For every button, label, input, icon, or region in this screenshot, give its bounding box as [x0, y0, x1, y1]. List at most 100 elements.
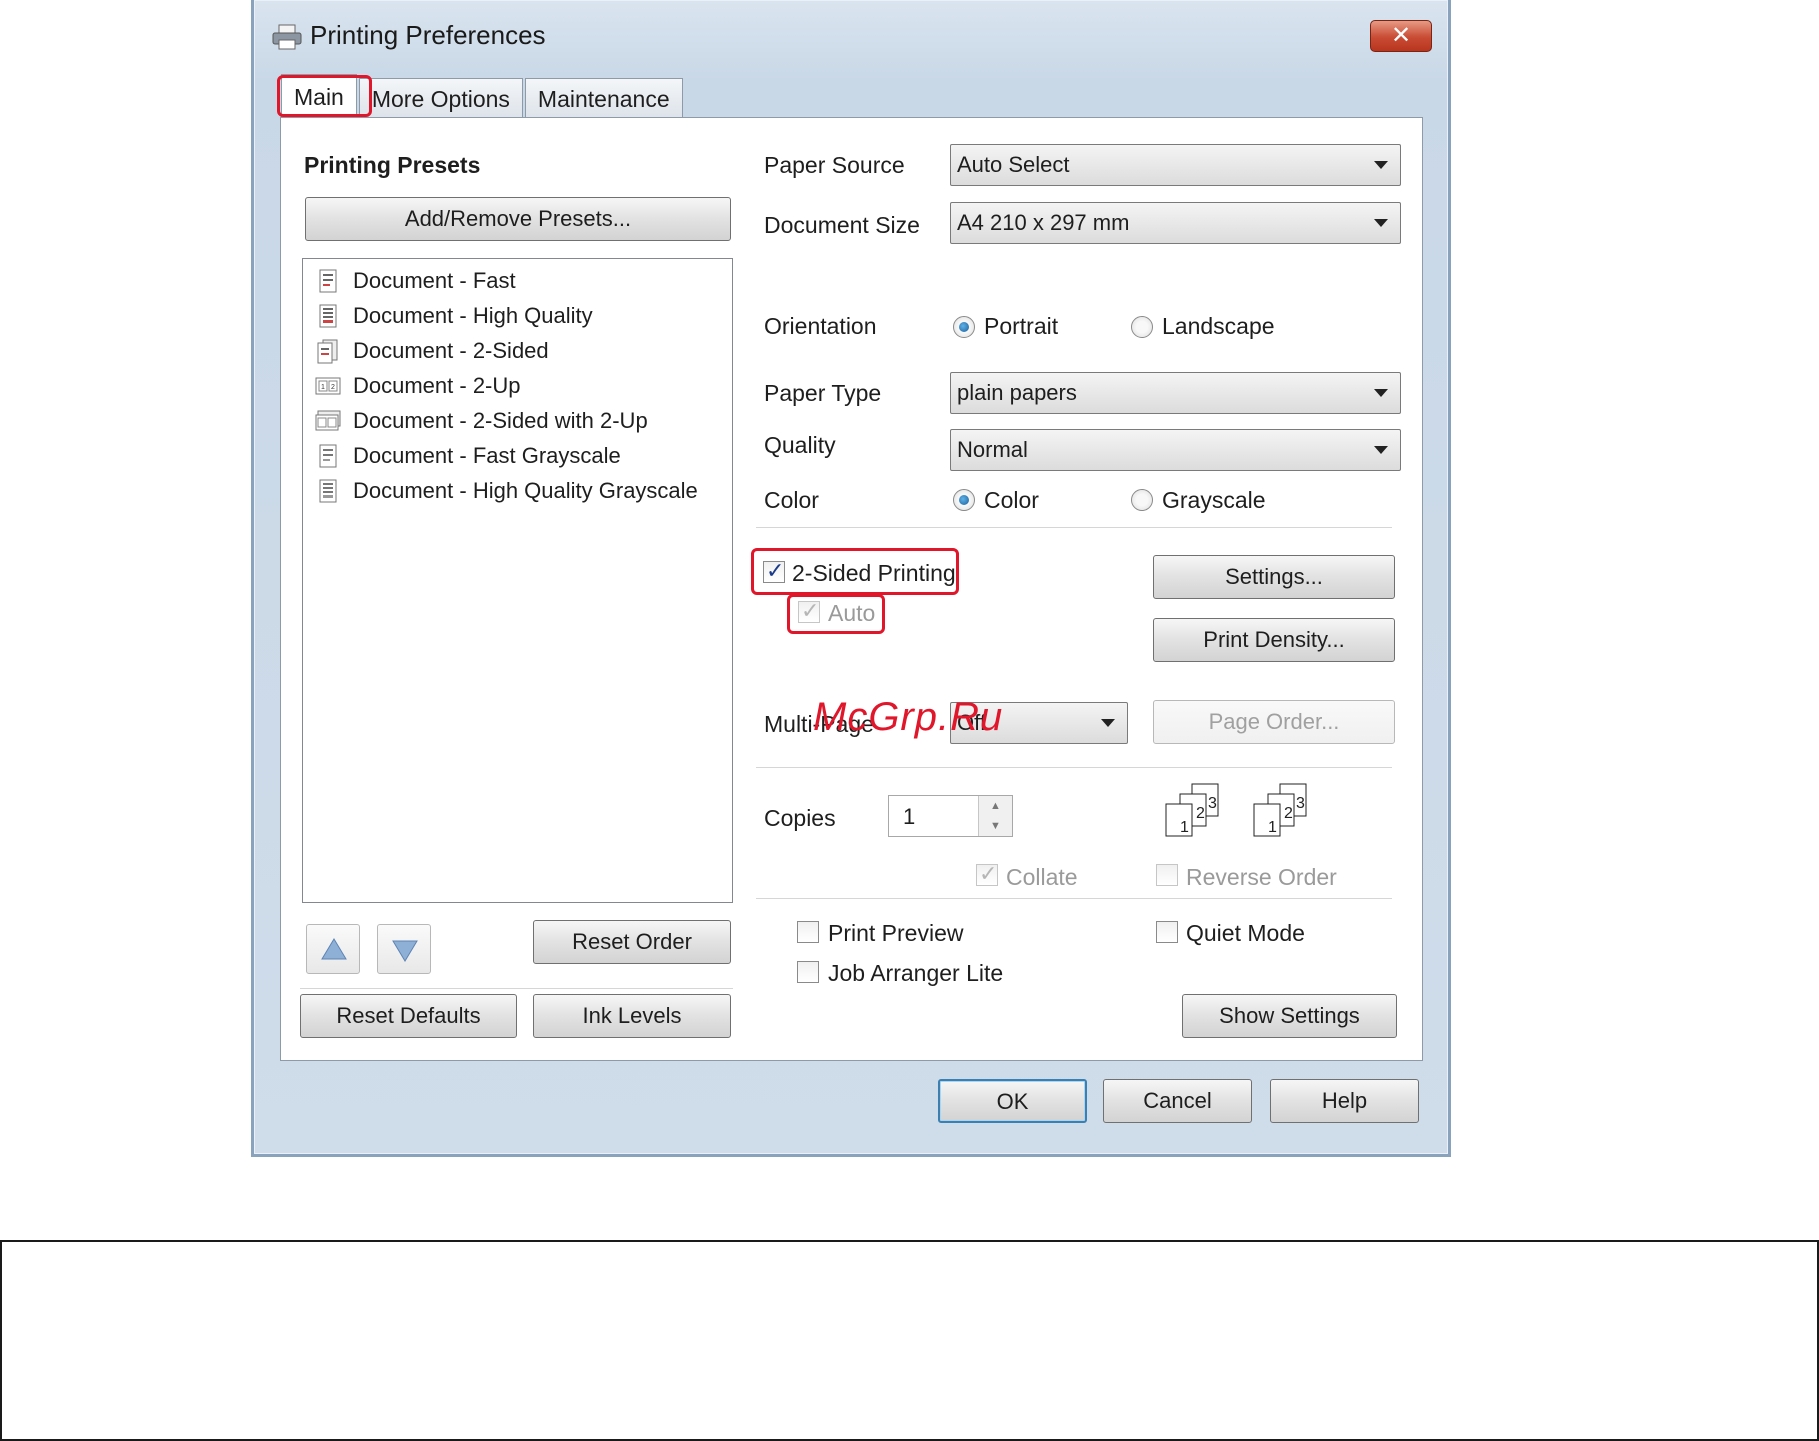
reverse-pages-icon: 3 2 1	[1253, 783, 1307, 837]
job-arranger-checkbox[interactable]	[797, 961, 819, 983]
preset-label: Document - 2-Sided	[353, 338, 549, 363]
document-2-sided-2-up-icon	[315, 410, 341, 431]
separator-1	[756, 527, 1392, 529]
svg-text:2: 2	[1196, 805, 1205, 822]
collate-label: Collate	[1006, 864, 1078, 890]
orientation-label: Orientation	[764, 313, 877, 339]
printing-presets-heading: Printing Presets	[304, 152, 481, 178]
spin-up-icon[interactable]: ▲	[979, 796, 1012, 816]
reverse-order-label: Reverse Order	[1186, 864, 1337, 890]
preset-label: Document - 2-Sided with 2-Up	[353, 408, 648, 433]
color-option-label[interactable]: Color	[984, 487, 1039, 514]
separator-3	[756, 898, 1392, 900]
portrait-radio[interactable]	[953, 316, 975, 338]
document-size-select[interactable]: A4 210 x 297 mm	[950, 202, 1401, 244]
separator-2	[756, 767, 1392, 769]
ok-button[interactable]: OK	[938, 1079, 1087, 1123]
quality-label: Quality	[764, 432, 836, 458]
printer-icon	[272, 24, 302, 50]
highlight-main-tab	[277, 75, 372, 117]
landscape-label[interactable]: Landscape	[1162, 313, 1275, 340]
svg-text:1: 1	[1268, 819, 1277, 836]
window-title: Printing Preferences	[310, 20, 546, 50]
caption-frame	[0, 1240, 1819, 1441]
page-order-button[interactable]: Page Order...	[1153, 700, 1395, 744]
quiet-mode-checkbox[interactable]	[1156, 921, 1178, 943]
copies-value: 1	[903, 804, 916, 829]
document-2-up-icon: 12	[315, 377, 341, 395]
document-high-quality-icon	[319, 304, 337, 328]
collated-pages-icon: 3 2 1	[1165, 783, 1219, 837]
show-settings-button[interactable]: Show Settings	[1182, 994, 1397, 1038]
grayscale-label[interactable]: Grayscale	[1162, 487, 1266, 514]
paper-source-select[interactable]: Auto Select	[950, 144, 1401, 186]
preset-label: Document - High Quality	[353, 303, 593, 328]
quiet-mode-label[interactable]: Quiet Mode	[1186, 920, 1305, 947]
svg-text:2: 2	[331, 384, 335, 391]
preset-label: Document - 2-Up	[353, 373, 521, 398]
list-item[interactable]: 12 Document - 2-Up	[315, 371, 521, 401]
color-radio[interactable]	[953, 489, 975, 511]
svg-text:1: 1	[1180, 819, 1189, 836]
presets-list[interactable]: Document - Fast Document - High Quality …	[302, 258, 733, 903]
list-item[interactable]: Document - Fast Grayscale	[315, 441, 621, 471]
copies-label: Copies	[764, 805, 836, 831]
document-fast-icon	[319, 269, 337, 293]
chevron-down-icon	[1374, 161, 1388, 169]
2-sided-printing-label[interactable]: 2-Sided Printing	[792, 560, 956, 587]
paper-source-label: Paper Source	[764, 152, 905, 178]
move-down-button[interactable]	[377, 924, 431, 974]
document-hq-grayscale-icon	[319, 479, 337, 503]
job-arranger-label[interactable]: Job Arranger Lite	[828, 960, 1003, 987]
preset-label: Document - Fast	[353, 268, 516, 293]
help-button[interactable]: Help	[1270, 1079, 1419, 1123]
spin-down-icon[interactable]: ▼	[979, 816, 1012, 836]
paper-type-value: plain papers	[957, 380, 1077, 405]
svg-text:1: 1	[321, 384, 325, 391]
settings-button[interactable]: Settings...	[1153, 555, 1395, 599]
print-density-button[interactable]: Print Density...	[1153, 618, 1395, 662]
grayscale-radio[interactable]	[1131, 489, 1153, 511]
document-2-sided-icon	[317, 339, 338, 364]
watermark-text: McGrp.Ru	[813, 695, 1004, 739]
chevron-down-icon	[1374, 219, 1388, 227]
add-remove-presets-button[interactable]: Add/Remove Presets...	[305, 197, 731, 241]
print-preview-label[interactable]: Print Preview	[828, 920, 963, 947]
svg-text:2: 2	[1284, 805, 1293, 822]
paper-type-select[interactable]: plain papers	[950, 372, 1401, 414]
collate-checkbox[interactable]	[976, 861, 998, 887]
close-button[interactable]: ✕	[1370, 20, 1432, 52]
color-label: Color	[764, 487, 819, 513]
tab-more-options[interactable]: More Options	[358, 78, 523, 118]
tab-maintenance[interactable]: Maintenance	[524, 78, 683, 118]
print-preview-checkbox[interactable]	[797, 921, 819, 943]
reset-defaults-button[interactable]: Reset Defaults	[300, 994, 517, 1038]
ink-levels-button[interactable]: Ink Levels	[533, 994, 731, 1038]
svg-text:3: 3	[1208, 795, 1217, 812]
reset-order-button[interactable]: Reset Order	[533, 920, 731, 964]
auto-label: Auto	[828, 600, 876, 626]
reverse-order-checkbox[interactable]	[1156, 864, 1178, 886]
chevron-down-icon	[1101, 719, 1115, 727]
portrait-label[interactable]: Portrait	[984, 313, 1058, 340]
list-item[interactable]: Document - 2-Sided with 2-Up	[315, 406, 648, 436]
move-up-button[interactable]	[306, 924, 360, 974]
document-fast-grayscale-icon	[319, 444, 337, 468]
landscape-radio[interactable]	[1131, 316, 1153, 338]
paper-type-label: Paper Type	[764, 380, 882, 406]
quality-select[interactable]: Normal	[950, 429, 1401, 471]
paper-source-value: Auto Select	[957, 152, 1070, 177]
copies-spin-buttons[interactable]: ▲ ▼	[978, 796, 1012, 836]
list-item[interactable]: Document - 2-Sided	[315, 336, 549, 366]
list-item[interactable]: Document - High Quality Grayscale	[315, 476, 698, 506]
cancel-button[interactable]: Cancel	[1103, 1079, 1252, 1123]
copies-stepper[interactable]: 1 ▲ ▼	[888, 795, 1013, 837]
auto-checkbox[interactable]	[798, 598, 820, 624]
2-sided-printing-checkbox[interactable]	[763, 558, 785, 584]
list-item[interactable]: Document - Fast	[315, 266, 516, 296]
down-arrow-icon	[392, 940, 418, 962]
document-size-value: A4 210 x 297 mm	[957, 210, 1130, 235]
list-item[interactable]: Document - High Quality	[315, 301, 593, 331]
title-bar[interactable]: Printing Preferences ✕	[254, 0, 1448, 76]
left-separator	[300, 988, 733, 990]
